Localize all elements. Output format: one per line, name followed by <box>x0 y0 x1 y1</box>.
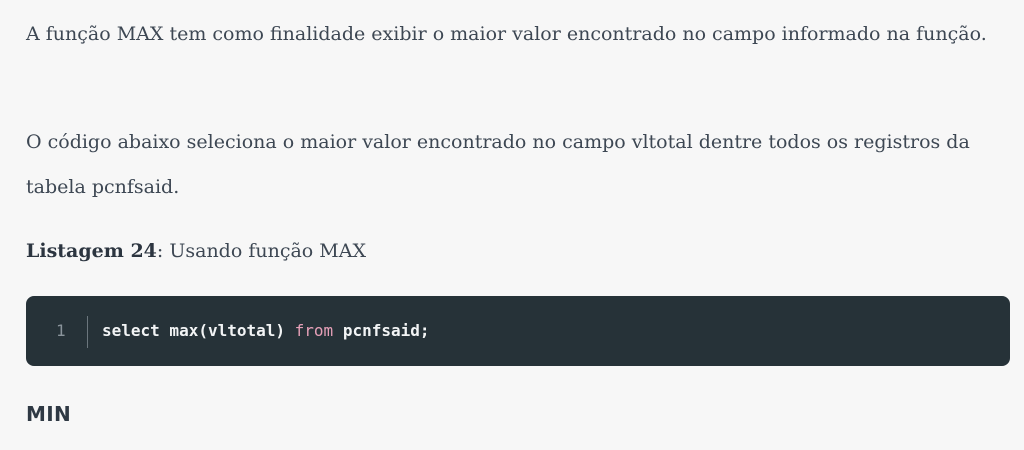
listing-caption-text: Usando função MAX <box>163 240 366 262</box>
listing-caption: Listagem 24: Usando função MAX <box>26 229 1010 274</box>
paragraph-max-description: A função MAX tem como finalidade exibir … <box>26 23 987 45</box>
listing-caption-label: Listagem 24 <box>26 240 157 262</box>
code-token-table: pcnfsaid; <box>333 321 430 340</box>
code-line-number: 1 <box>56 321 66 340</box>
code-token-from: from <box>294 321 334 340</box>
code-gutter-divider <box>87 316 88 348</box>
section-heading-min: MIN <box>26 402 71 426</box>
code-token-select-max: select max(vltotal) <box>102 321 295 340</box>
paragraph-code-explanation: O código abaixo seleciona o maior valor … <box>26 131 970 198</box>
code-line[interactable]: select max(vltotal) from pcnfsaid; <box>102 320 430 342</box>
code-block[interactable]: 1 select max(vltotal) from pcnfsaid; <box>26 296 1010 366</box>
